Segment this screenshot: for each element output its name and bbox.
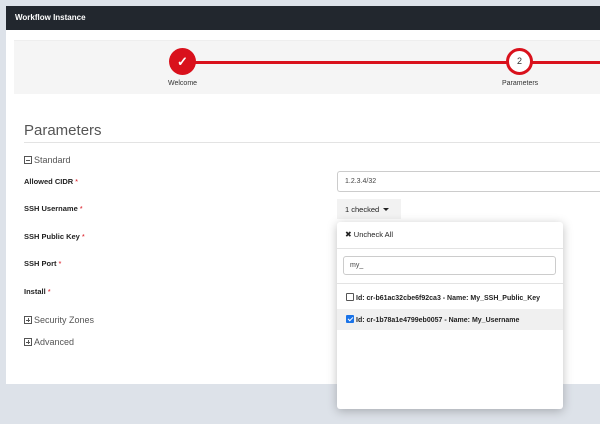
ssh-port-label: SSH Port bbox=[24, 259, 57, 268]
close-icon: ✖ bbox=[345, 230, 352, 239]
field-label-ssh-public-key: SSH Public Key * bbox=[24, 232, 85, 241]
install-label: Install bbox=[24, 287, 46, 296]
wizard-progress: ✓ Welcome 2 Parameters bbox=[14, 40, 600, 94]
section-advanced[interactable]: Advanced bbox=[24, 337, 74, 347]
menu-divider bbox=[337, 283, 563, 284]
ssh-public-key-label: SSH Public Key bbox=[24, 232, 80, 241]
section-security-zones[interactable]: Security Zones bbox=[24, 315, 94, 325]
uncheck-all-button[interactable]: ✖ Uncheck All bbox=[345, 230, 393, 239]
required-marker: * bbox=[58, 259, 62, 268]
section-standard[interactable]: Standard bbox=[24, 155, 71, 165]
required-marker: * bbox=[75, 177, 79, 186]
menu-option[interactable]: Id: cr-1b78a1e4799eb0057 - Name: My_User… bbox=[337, 309, 563, 330]
required-marker: * bbox=[81, 232, 85, 241]
section-security-zones-label: Security Zones bbox=[34, 315, 95, 325]
ssh-username-dropdown[interactable]: 1 checked bbox=[337, 199, 401, 219]
checkbox-checked[interactable] bbox=[346, 315, 354, 323]
required-marker: * bbox=[79, 204, 83, 213]
window-title: Workflow Instance bbox=[6, 6, 600, 30]
collapse-icon bbox=[24, 156, 32, 164]
menu-option[interactable]: Id: cr-b61ac32cbe6f92ca3 - Name: My_SSH_… bbox=[337, 287, 563, 308]
caret-down-icon bbox=[383, 208, 390, 211]
page-title: Parameters bbox=[24, 122, 102, 139]
step-welcome-label: Welcome bbox=[168, 80, 198, 87]
step-welcome-check-icon[interactable]: ✓ bbox=[169, 48, 196, 75]
expand-icon bbox=[24, 338, 32, 346]
filter-input[interactable]: my_ bbox=[343, 256, 556, 275]
menu-divider bbox=[337, 248, 563, 249]
field-label-allowed-cidr: Allowed CIDR * bbox=[24, 177, 78, 186]
menu-option-label: Id: cr-b61ac32cbe6f92ca3 - Name: My_SSH_… bbox=[356, 295, 541, 302]
checkbox-unchecked[interactable] bbox=[346, 293, 354, 301]
ssh-username-selected: 1 checked bbox=[345, 205, 380, 214]
allowed-cidr-label: Allowed CIDR bbox=[24, 177, 74, 186]
uncheck-all-label: Uncheck All bbox=[353, 230, 393, 239]
field-label-install: Install * bbox=[24, 287, 51, 296]
field-label-ssh-username: SSH Username * bbox=[24, 204, 83, 213]
section-advanced-label: Advanced bbox=[34, 337, 75, 347]
menu-option-label: Id: cr-1b78a1e4799eb0057 - Name: My_User… bbox=[356, 317, 520, 324]
wizard-progress-line bbox=[182, 61, 600, 64]
step-parameters-label: Parameters bbox=[502, 80, 539, 87]
expand-icon bbox=[24, 316, 32, 324]
ssh-username-label: SSH Username bbox=[24, 204, 78, 213]
allowed-cidr-input[interactable]: 1.2.3.4/32 bbox=[337, 171, 600, 192]
title-divider bbox=[24, 142, 600, 143]
section-standard-label: Standard bbox=[34, 155, 71, 165]
step-parameters-number[interactable]: 2 bbox=[506, 48, 533, 75]
ssh-username-menu: ✖ Uncheck All my_ Id: cr-b61ac32cbe6f92c… bbox=[337, 222, 563, 409]
required-marker: * bbox=[47, 287, 51, 296]
field-label-ssh-port: SSH Port * bbox=[24, 259, 61, 268]
